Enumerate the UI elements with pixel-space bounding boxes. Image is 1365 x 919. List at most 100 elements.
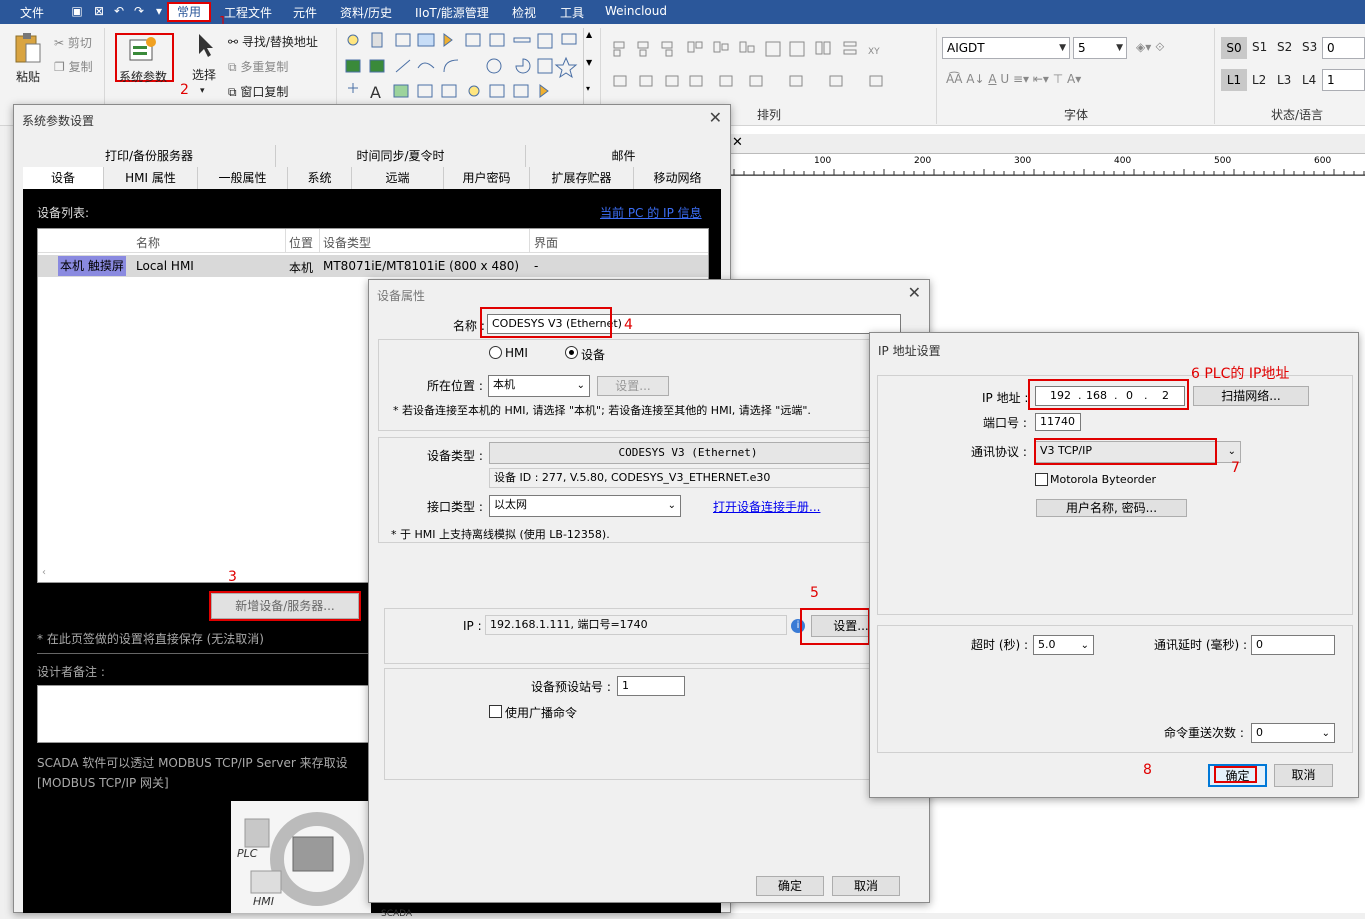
paste-icon[interactable] [14, 32, 42, 66]
station-input[interactable]: 1 [617, 676, 685, 696]
tab-mobile-network[interactable]: 移动网络 [633, 167, 721, 189]
undo-icon[interactable]: ↶ [112, 4, 126, 18]
arrange-group-label: 排列 [757, 108, 782, 122]
close-tab-icon[interactable]: ✕ [732, 135, 743, 150]
lang-l2[interactable]: L2 [1252, 73, 1266, 87]
interface-type-select[interactable]: 以太网 ⌄ [489, 495, 681, 517]
device-list-label: 设备列表: [37, 206, 90, 220]
row-location: 本机 [289, 261, 314, 275]
port-input[interactable]: 11740 [1035, 413, 1081, 431]
menu-view[interactable]: 检视 [512, 4, 536, 21]
remote-settings-button[interactable]: 设置... [597, 376, 669, 396]
comm-delay-input[interactable]: 0 [1251, 635, 1335, 655]
scroll-left-icon[interactable]: ‹ [42, 567, 46, 578]
font-name-select[interactable]: AIGDT ▼ [942, 37, 1070, 59]
gallery-scroll[interactable]: ▲ ▼ ▾ [583, 28, 597, 104]
font-size-select[interactable]: 5 ▼ [1073, 37, 1127, 59]
ruler-label-200: 200 [914, 156, 932, 166]
annotation-4: 4 [624, 317, 633, 333]
customize-icon[interactable]: ▾ [152, 4, 166, 18]
ruler-label-300: 300 [1014, 156, 1032, 166]
retry-select[interactable]: 0 ⌄ [1251, 723, 1335, 743]
designer-note-textarea[interactable] [37, 685, 377, 743]
cancel-button[interactable]: 取消 [832, 876, 900, 896]
menu-project[interactable]: 工程文件 [224, 4, 272, 21]
local-hmi-tag: 本机 触摸屏 [58, 256, 126, 276]
location-hint: * 若设备连接至本机的 HMI, 请选择 "本机"; 若设备连接至其他的 HMI… [393, 404, 811, 417]
redo-icon[interactable]: ↷ [132, 4, 146, 18]
table-header: 名称 位置 设备类型 界面 [38, 229, 708, 253]
radio-device[interactable] [565, 346, 578, 359]
tab-general[interactable]: 一般属性 [197, 167, 287, 189]
byteorder-checkbox[interactable] [1035, 473, 1048, 486]
ok-button[interactable]: 确定 [756, 876, 824, 896]
ruler-label-600: 600 [1314, 156, 1332, 166]
menu-file[interactable]: 文件 [20, 4, 44, 21]
table-row[interactable]: 本机 触摸屏 Local HMI 本机 MT8071iE/MT8101iE (8… [38, 255, 708, 277]
tab-extended-memory[interactable]: 扩展存贮器 [529, 167, 633, 189]
device-type-button[interactable]: CODESYS V3 (Ethernet) [489, 442, 887, 464]
pc-ip-info-link[interactable]: 当前 PC 的 IP 信息 [600, 204, 702, 221]
save-icon[interactable]: ▣ [70, 4, 84, 18]
port-label: 端口号 : [983, 416, 1027, 430]
font-color-icon[interactable]: ◈▾ ⟐ [1136, 40, 1165, 55]
broadcast-checkbox[interactable] [489, 705, 502, 718]
scada-diagram-image: PLC HMI SCADA [231, 801, 412, 919]
ip-summary-field: 192.168.1.111, 端口号=1740 [485, 615, 787, 635]
menu-objects[interactable]: 元件 [293, 4, 317, 21]
menu-iiot[interactable]: IIoT/能源管理 [415, 4, 489, 21]
state-value-input[interactable]: 0 [1322, 37, 1365, 59]
state-s1[interactable]: S1 [1252, 40, 1267, 54]
annotation-2: 2 [180, 82, 189, 98]
device-manual-link[interactable]: 打开设备连接手册... [713, 498, 820, 515]
left-panel-strip [0, 126, 14, 913]
tab-hmi-props[interactable]: HMI 属性 [103, 167, 197, 189]
lang-l3[interactable]: L3 [1277, 73, 1291, 87]
state-s0[interactable]: S0 [1221, 37, 1247, 59]
window-copy-button[interactable]: ⧉ 窗口复制 [228, 83, 288, 100]
multi-copy-button[interactable]: ⧉ 多重复制 [228, 58, 288, 75]
state-s2[interactable]: S2 [1277, 40, 1292, 54]
menu-weincloud[interactable]: Weincloud [605, 4, 667, 18]
byteorder-label: Motorola Byteorder [1050, 473, 1157, 486]
offline-sim-hint: * 于 HMI 上支持离线模拟 (使用 LB-12358). [391, 528, 610, 541]
lang-l1[interactable]: L1 [1221, 69, 1247, 91]
close-icon[interactable]: ✕ [908, 283, 921, 302]
cut-button[interactable]: ✂ 剪切 [54, 34, 92, 51]
device-props-title: 设备属性 [377, 289, 426, 303]
state-s3[interactable]: S3 [1302, 40, 1317, 54]
location-select[interactable]: 本机 ⌄ [488, 375, 590, 397]
tab-print-backup[interactable]: 打印/备份服务器 [23, 145, 275, 167]
select-pointer-icon[interactable] [196, 32, 214, 58]
lang-l4[interactable]: L4 [1302, 73, 1316, 87]
system-params-icon[interactable] [128, 36, 158, 62]
hmi-image-label: HMI [253, 895, 275, 908]
tab-remote[interactable]: 远端 [351, 167, 443, 189]
lang-value-input[interactable]: 1 [1322, 69, 1365, 91]
select-button[interactable]: 选择 [192, 66, 216, 83]
tab-email[interactable]: 邮件 [525, 145, 721, 167]
radio-hmi[interactable] [489, 346, 502, 359]
close-icon[interactable]: ✕ [709, 108, 722, 127]
scada-gateway-label: [MODBUS TCP/IP 网关] [37, 776, 169, 790]
retry-label: 命令重送次数 : [1164, 726, 1244, 740]
system-params-button[interactable]: 系统参数 [119, 68, 167, 85]
username-password-button[interactable]: 用户名称, 密码... [1036, 499, 1187, 517]
row-interface: - [534, 259, 539, 273]
copy-button[interactable]: ❐ 复制 [54, 58, 93, 75]
annotation-3: 3 [228, 569, 237, 585]
timeout-select[interactable]: 5.0 ⌄ [1033, 635, 1094, 655]
menu-tools[interactable]: 工具 [560, 4, 584, 21]
col-interface: 界面 [534, 236, 559, 250]
tab-time-sync[interactable]: 时间同步/夏令时 [275, 145, 525, 167]
tab-user-password[interactable]: 用户密码 [443, 167, 529, 189]
scan-network-button[interactable]: 扫描网络... [1193, 386, 1309, 406]
tab-system[interactable]: 系统 [287, 167, 351, 189]
close-file-icon[interactable]: ⊠ [92, 4, 106, 18]
menu-common[interactable]: 常用 [167, 2, 211, 22]
ip-cancel-button[interactable]: 取消 [1274, 764, 1333, 787]
tab-device[interactable]: 设备 [23, 167, 103, 189]
menu-data-history[interactable]: 资料/历史 [340, 4, 392, 21]
font-format-icons[interactable]: A͡A A↓ A U ≡▾ ⇤▾ ⊤ A▾ [946, 72, 1081, 86]
find-replace-button[interactable]: ⚯ 寻找/替换地址 [228, 33, 318, 50]
